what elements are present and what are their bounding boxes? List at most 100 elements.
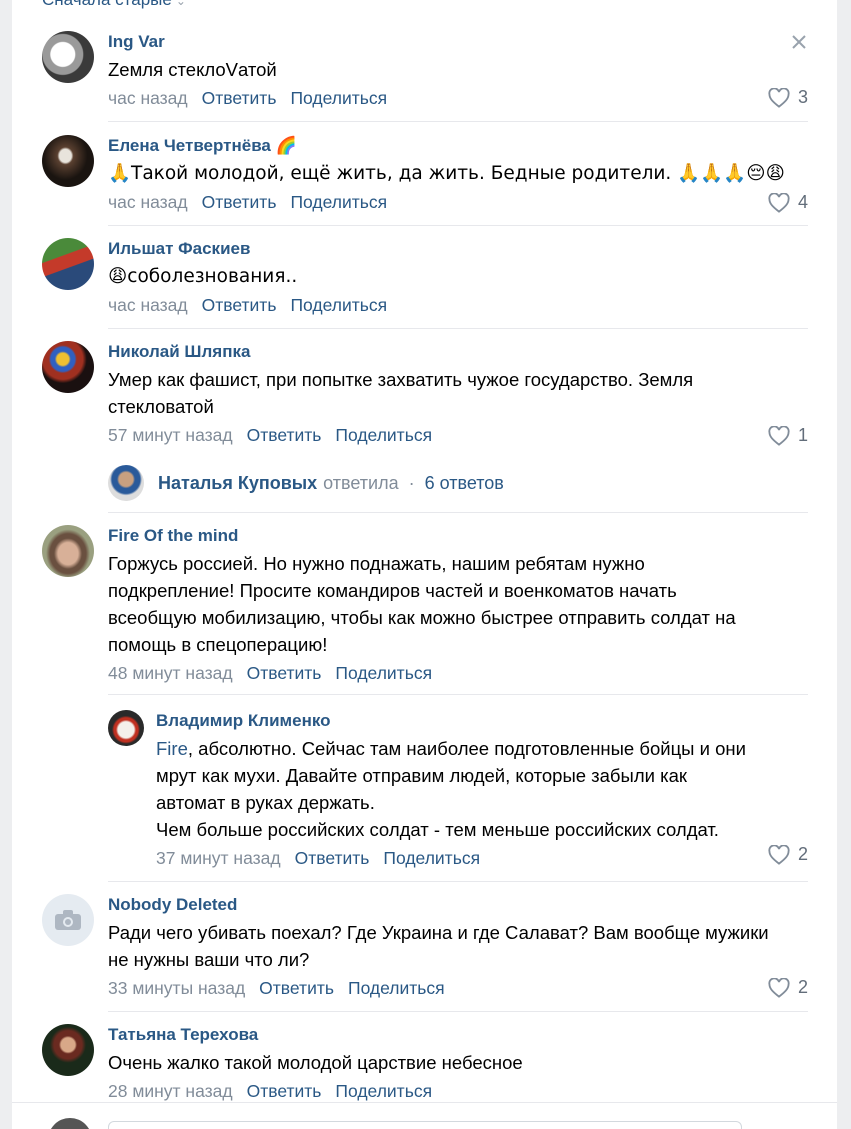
share-button[interactable]: Поделиться <box>335 1081 432 1101</box>
comment-meta: час назад Ответить Поделиться <box>108 293 808 317</box>
avatar[interactable] <box>42 894 94 946</box>
chevron-down-icon: ⌄ <box>175 0 186 8</box>
divider <box>108 512 808 513</box>
reply-button[interactable]: Ответить <box>247 663 322 683</box>
share-button[interactable]: Поделиться <box>335 663 432 683</box>
like-count: 2 <box>797 844 808 864</box>
comment-author[interactable]: Ing Var <box>108 31 808 53</box>
like-count: 2 <box>797 977 808 997</box>
like-count: 4 <box>797 192 808 212</box>
avatar[interactable] <box>42 238 94 290</box>
comment-author[interactable]: Николай Шляпка <box>108 341 808 363</box>
comment-text: Очень жалко такой молодой царствие небес… <box>108 1052 523 1073</box>
close-icon[interactable] <box>791 34 807 55</box>
avatar[interactable] <box>42 1024 94 1076</box>
comment-time[interactable]: час назад <box>108 295 188 315</box>
like-button[interactable]: 2 <box>768 977 808 998</box>
comment-text-line: стекловатой <box>108 396 214 417</box>
comment-meta: час назад Ответить Поделиться <box>108 190 808 214</box>
comment-meta: 33 минуты назад Ответить Поделиться <box>108 976 808 1000</box>
avatar[interactable] <box>42 31 94 83</box>
share-button[interactable]: Поделиться <box>290 88 387 108</box>
comment-text-line: всеобщую мобилизацию, чтобы как можно бы… <box>108 607 736 628</box>
heart-icon <box>768 844 790 865</box>
avatar[interactable] <box>42 525 94 577</box>
comment-time[interactable]: 28 минут назад <box>108 1081 233 1101</box>
reply-author[interactable]: Наталья Куповых <box>158 473 317 494</box>
comment-text-fragment: , абсолютно. Сейчас там наиболее подгото… <box>187 738 746 759</box>
comment-text-line: Горжусь россией. Но нужно поднажать, наш… <box>108 553 645 574</box>
comment-text-line: Чем больше российских солдат - тем меньш… <box>156 819 719 840</box>
comment-meta: 57 минут назад Ответить Поделиться <box>108 423 808 447</box>
like-count: 3 <box>797 87 808 107</box>
comment-author[interactable]: Владимир Клименко <box>156 710 808 732</box>
divider <box>108 881 808 882</box>
replies-count[interactable]: 6 ответов <box>425 473 504 494</box>
comment-text-line: автомат в руках держать. <box>156 792 375 813</box>
reply-button[interactable]: Ответить <box>202 88 277 108</box>
heart-icon <box>768 192 790 213</box>
comment-text: Горжусь россией. Но нужно поднажать, наш… <box>108 550 808 658</box>
avatar[interactable] <box>42 135 94 187</box>
avatar[interactable] <box>108 710 144 746</box>
comment-author[interactable]: Елена Четвертнёва 🌈 <box>108 135 808 157</box>
avatar <box>108 465 144 501</box>
comment-text: Fire, абсолютно. Сейчас там наиболее под… <box>156 735 808 843</box>
comment-time[interactable]: 48 минут назад <box>108 663 233 683</box>
current-user-avatar <box>48 1118 92 1129</box>
comment-text-line: помощь в спецоперацию! <box>108 634 328 655</box>
comment-text-line: не нужны ваши что ли? <box>108 949 310 970</box>
comment: Fire Of the mind Горжусь россией. Но нуж… <box>42 525 808 690</box>
like-count: 1 <box>797 425 808 445</box>
comment-author[interactable]: Татьяна Терехова <box>108 1024 808 1046</box>
share-button[interactable]: Поделиться <box>335 425 432 445</box>
comment-text: Ради чего убивать поехал? Где Украина и … <box>108 919 808 973</box>
comment-time[interactable]: 37 минут назад <box>156 848 281 868</box>
comment-input[interactable] <box>108 1121 742 1129</box>
divider <box>108 694 808 695</box>
reply-button[interactable]: Ответить <box>259 978 334 998</box>
comment-text-line: Умер как фашист, при попытке захватить ч… <box>108 369 694 390</box>
reply-button[interactable]: Ответить <box>202 192 277 212</box>
reply-button[interactable]: Ответить <box>247 425 322 445</box>
share-button[interactable]: Поделиться <box>348 978 445 998</box>
comment: Ильшат Фаскиев 😩соболезнования.. час наз… <box>42 238 808 318</box>
mention-link[interactable]: Fire <box>156 738 188 759</box>
divider <box>12 1102 837 1103</box>
comment-time[interactable]: 57 минут назад <box>108 425 233 445</box>
comment-time[interactable]: час назад <box>108 88 188 108</box>
reply-comment: Владимир Клименко Fire, абсолютно. Сейча… <box>108 710 808 875</box>
like-button[interactable]: 1 <box>768 425 808 446</box>
sort-dropdown[interactable]: Сначала старые⌄ <box>42 0 186 10</box>
comment-text: 😩соболезнования.. <box>108 266 298 287</box>
divider <box>108 328 808 329</box>
comment: Николай Шляпка Умер как фашист, при попы… <box>42 341 808 451</box>
like-button[interactable]: 2 <box>768 844 808 865</box>
reply-button[interactable]: Ответить <box>202 295 277 315</box>
reply-verb: ответила <box>323 472 399 493</box>
comment-text-line: подкрепление! Просите командиров частей … <box>108 580 677 601</box>
share-button[interactable]: Поделиться <box>290 295 387 315</box>
comments-card: Сначала старые⌄ Ing Var Zемля стеклоVато… <box>12 0 837 1129</box>
comment-text: 🙏Такой молодой, ещё жить, да жить. Бедны… <box>108 163 785 184</box>
avatar[interactable] <box>42 341 94 393</box>
reply-button[interactable]: Ответить <box>247 1081 322 1101</box>
like-button[interactable]: 4 <box>768 192 808 213</box>
comment-time[interactable]: 33 минуты назад <box>108 978 245 998</box>
replies-thread-link[interactable]: Наталья Куповых ответила · 6 ответов <box>108 465 504 501</box>
share-button[interactable]: Поделиться <box>290 192 387 212</box>
comment-author[interactable]: Nobody Deleted <box>108 894 808 916</box>
comment-meta: 48 минут назад Ответить Поделиться <box>108 661 808 685</box>
like-button[interactable]: 3 <box>768 87 808 108</box>
comment-text-line: Fire, абсолютно. Сейчас там наиболее под… <box>156 735 808 762</box>
comment-author[interactable]: Fire Of the mind <box>108 525 808 547</box>
divider <box>108 225 808 226</box>
comment-time[interactable]: час назад <box>108 192 188 212</box>
heart-icon <box>768 977 790 998</box>
heart-icon <box>768 87 790 108</box>
share-button[interactable]: Поделиться <box>383 848 480 868</box>
comment: Елена Четвертнёва 🌈 🙏Такой молодой, ещё … <box>42 135 808 215</box>
comment: Татьяна Терехова Очень жалко такой молод… <box>42 1024 808 1104</box>
comment-author[interactable]: Ильшат Фаскиев <box>108 238 808 260</box>
reply-button[interactable]: Ответить <box>295 848 370 868</box>
